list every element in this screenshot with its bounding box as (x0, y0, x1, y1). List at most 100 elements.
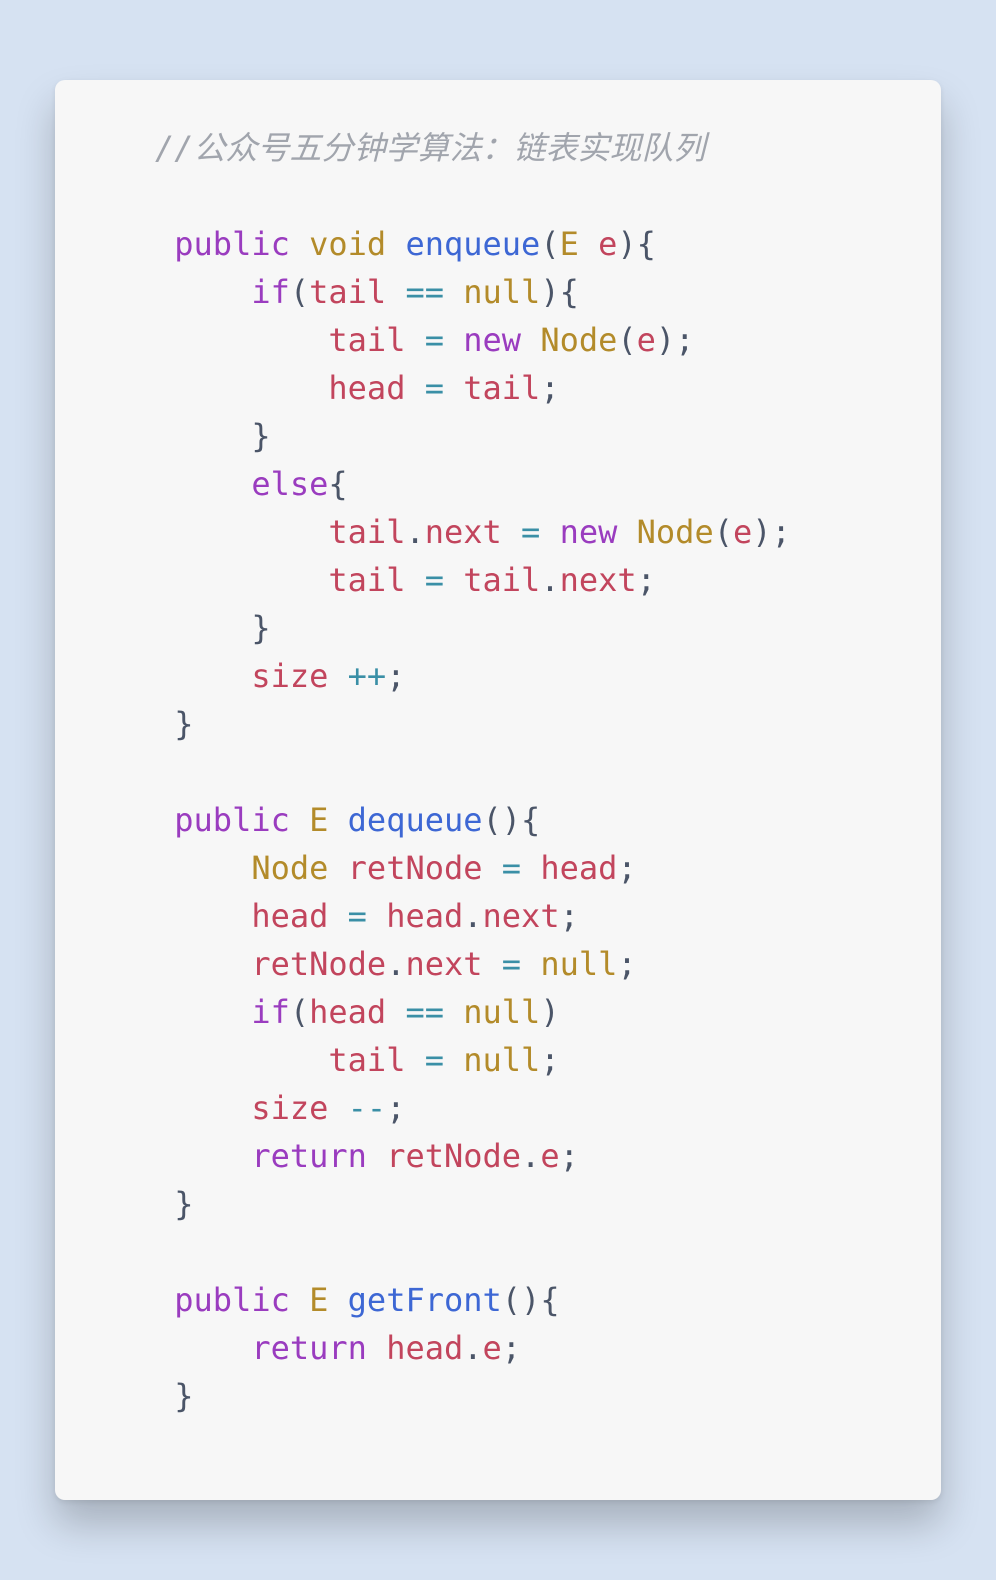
id-head: head (328, 369, 405, 407)
dot: . (463, 1329, 482, 1367)
type-Node: Node (540, 321, 617, 359)
op-eqeq: == (405, 273, 444, 311)
semi: ; (560, 897, 579, 935)
id-tail: tail (463, 369, 540, 407)
semi: ; (540, 1041, 559, 1079)
id-size: size (251, 1089, 328, 1127)
semi: ; (617, 849, 636, 887)
paren: ); (656, 321, 695, 359)
id-tail: tail (328, 321, 405, 359)
id-head: head (386, 1329, 463, 1367)
type-E: E (309, 801, 328, 839)
paren: ); (752, 513, 791, 551)
id-e: e (540, 1137, 559, 1175)
brace: } (174, 1377, 193, 1415)
op-assign: = (502, 945, 521, 983)
id-next: next (405, 945, 482, 983)
kw-null: null (463, 273, 540, 311)
id-head: head (386, 897, 463, 935)
param-e: e (598, 225, 617, 263)
kw-return: return (251, 1137, 367, 1175)
kw-public: public (174, 225, 290, 263)
kw-return: return (251, 1329, 367, 1367)
brace: { (328, 465, 347, 503)
op-assign: = (521, 513, 540, 551)
id-next: next (560, 561, 637, 599)
id-next: next (483, 897, 560, 935)
id-retNode: retNode (348, 849, 483, 887)
kw-else: else (251, 465, 328, 503)
paren: ){ (540, 273, 579, 311)
op-assign: = (348, 897, 367, 935)
kw-null: null (463, 993, 540, 1031)
op-assign: = (425, 561, 444, 599)
paren: ( (540, 225, 559, 263)
type-E: E (309, 1281, 328, 1319)
op-assign: = (502, 849, 521, 887)
id-size: size (251, 657, 328, 695)
dot: . (540, 561, 559, 599)
brace: } (251, 417, 270, 455)
code-card: //公众号五分钟学算法：链表实现队列 public void enqueue(E… (55, 80, 941, 1500)
id-e: e (637, 321, 656, 359)
brace: } (174, 705, 193, 743)
id-next: next (425, 513, 502, 551)
code-comment: //公众号五分钟学算法：链表实现队列 (155, 129, 706, 167)
paren: (){ (483, 801, 541, 839)
semi: ; (540, 369, 559, 407)
paren: ( (714, 513, 733, 551)
fn-getFront: getFront (348, 1281, 502, 1319)
brace: } (174, 1185, 193, 1223)
id-tail: tail (328, 513, 405, 551)
id-tail: tail (328, 1041, 405, 1079)
paren: ( (290, 993, 309, 1031)
op-eqeq: == (405, 993, 444, 1031)
id-tail: tail (328, 561, 405, 599)
semi: ; (502, 1329, 521, 1367)
fn-enqueue: enqueue (405, 225, 540, 263)
paren: ( (290, 273, 309, 311)
kw-public: public (174, 801, 290, 839)
code-block: //公众号五分钟学算法：链表实现队列 public void enqueue(E… (155, 124, 901, 1420)
id-tail: tail (463, 561, 540, 599)
brace: } (251, 609, 270, 647)
id-retNode: retNode (386, 1137, 521, 1175)
kw-new: new (463, 321, 521, 359)
id-e: e (733, 513, 752, 551)
kw-null: null (463, 1041, 540, 1079)
id-head: head (309, 993, 386, 1031)
dot: . (405, 513, 424, 551)
dot: . (386, 945, 405, 983)
fn-dequeue: dequeue (348, 801, 483, 839)
semi: ; (386, 1089, 405, 1127)
kw-public: public (174, 1281, 290, 1319)
id-head: head (540, 849, 617, 887)
dot: . (521, 1137, 540, 1175)
op-pp: ++ (348, 657, 387, 695)
op-assign: = (425, 321, 444, 359)
paren: ) (540, 993, 559, 1031)
op-assign: = (425, 369, 444, 407)
id-e: e (483, 1329, 502, 1367)
semi: ; (560, 1137, 579, 1175)
paren: ( (617, 321, 636, 359)
kw-if: if (251, 993, 290, 1031)
paren: ){ (617, 225, 656, 263)
op-assign: = (425, 1041, 444, 1079)
kw-new: new (560, 513, 618, 551)
id-head: head (251, 897, 328, 935)
type-Node: Node (637, 513, 714, 551)
semi: ; (617, 945, 636, 983)
id-retNode: retNode (251, 945, 386, 983)
kw-if: if (251, 273, 290, 311)
type-Node: Node (251, 849, 328, 887)
semi: ; (637, 561, 656, 599)
id-tail: tail (309, 273, 386, 311)
op-mm: -- (348, 1089, 387, 1127)
kw-void: void (309, 225, 386, 263)
type-E: E (560, 225, 579, 263)
dot: . (463, 897, 482, 935)
kw-null: null (540, 945, 617, 983)
semi: ; (386, 657, 405, 695)
paren: (){ (502, 1281, 560, 1319)
